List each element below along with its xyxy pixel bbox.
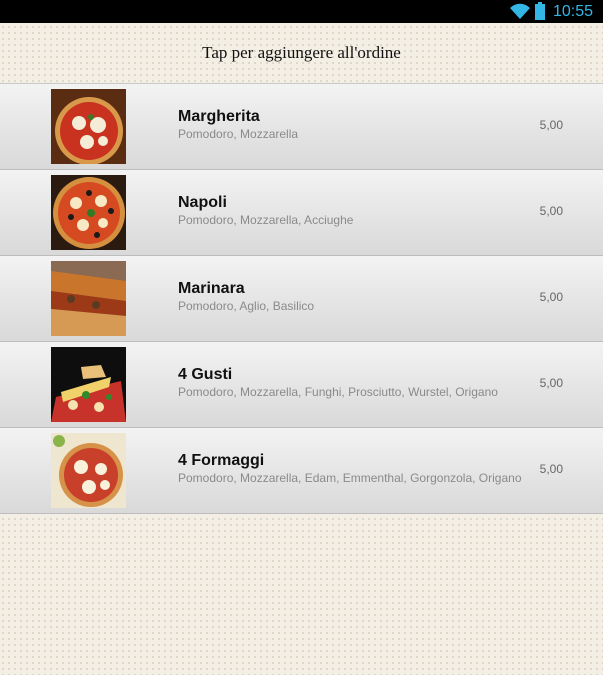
wifi-icon bbox=[510, 3, 530, 19]
pizza-row-4-formaggi[interactable]: 4 Formaggi Pomodoro, Mozzarella, Edam, E… bbox=[0, 428, 603, 514]
pizza-price: 5,00 bbox=[539, 462, 563, 476]
pizza-photo-icon bbox=[51, 433, 126, 508]
pizza-image bbox=[51, 433, 126, 508]
status-bar: 10:55 bbox=[0, 0, 603, 23]
pizza-name: 4 Gusti bbox=[178, 366, 233, 383]
pizza-list: Margherita Pomodoro, Mozzarella 5,00 Nap… bbox=[0, 83, 603, 514]
pizza-price: 5,00 bbox=[539, 376, 563, 390]
pizza-price: 5,00 bbox=[539, 118, 563, 132]
header: Tap per aggiungere all'ordine bbox=[0, 23, 603, 83]
battery-icon bbox=[535, 2, 545, 20]
pizza-name: 4 Formaggi bbox=[178, 452, 265, 469]
status-time: 10:55 bbox=[552, 3, 593, 20]
pizza-photo-icon bbox=[51, 175, 126, 250]
pizza-ingredients: Pomodoro, Mozzarella, Edam, Emmenthal, G… bbox=[178, 471, 522, 485]
pizza-ingredients: Pomodoro, Mozzarella, Acciughe bbox=[178, 213, 354, 227]
pizza-image bbox=[51, 89, 126, 164]
pizza-row-marinara[interactable]: Marinara Pomodoro, Aglio, Basilico 5,00 bbox=[0, 256, 603, 342]
pizza-photo-icon bbox=[51, 261, 126, 336]
pizza-row-napoli[interactable]: Napoli Pomodoro, Mozzarella, Acciughe 5,… bbox=[0, 170, 603, 256]
pizza-photo-icon bbox=[51, 347, 126, 422]
pizza-ingredients: Pomodoro, Aglio, Basilico bbox=[178, 299, 315, 313]
pizza-image bbox=[51, 347, 126, 422]
page-title: Tap per aggiungere all'ordine bbox=[202, 43, 401, 62]
pizza-image bbox=[51, 175, 126, 250]
pizza-price: 5,00 bbox=[539, 204, 563, 218]
pizza-photo-icon bbox=[51, 89, 126, 164]
pizza-name: Margherita bbox=[178, 108, 260, 125]
pizza-image bbox=[51, 261, 126, 336]
pizza-row-margherita[interactable]: Margherita Pomodoro, Mozzarella 5,00 bbox=[0, 84, 603, 170]
pizza-name: Napoli bbox=[178, 194, 227, 211]
pizza-name: Marinara bbox=[178, 280, 245, 297]
pizza-row-4-gusti[interactable]: 4 Gusti Pomodoro, Mozzarella, Funghi, Pr… bbox=[0, 342, 603, 428]
pizza-ingredients: Pomodoro, Mozzarella, Funghi, Prosciutto… bbox=[178, 385, 498, 399]
pizza-price: 5,00 bbox=[539, 290, 563, 304]
pizza-ingredients: Pomodoro, Mozzarella bbox=[178, 127, 299, 141]
